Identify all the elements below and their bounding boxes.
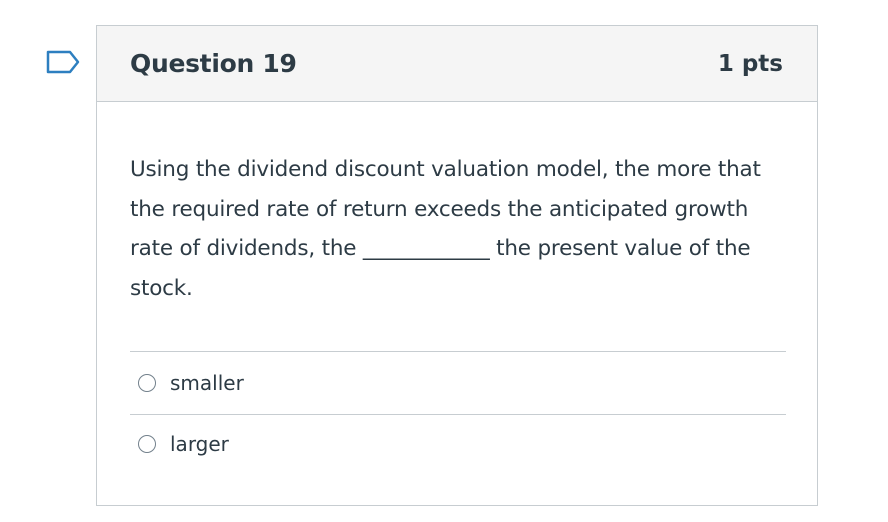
question-text: Using the dividend discount valuation mo… — [130, 157, 761, 301]
answer-label: larger — [170, 432, 229, 456]
question-title: Question 19 — [130, 49, 297, 78]
answer-list: smaller larger — [130, 351, 786, 473]
question-points: 1 pts — [717, 50, 783, 77]
answer-label: smaller — [170, 371, 244, 395]
radio-button-icon[interactable] — [138, 374, 156, 392]
flag-question-icon[interactable] — [46, 50, 80, 74]
radio-button-icon[interactable] — [138, 435, 156, 453]
question-body: Using the dividend discount valuation mo… — [97, 102, 817, 473]
answer-option-smaller[interactable]: smaller — [130, 351, 786, 414]
question-header: Question 19 1 pts — [97, 26, 817, 102]
question-card: Question 19 1 pts Using the dividend dis… — [96, 25, 818, 506]
answer-option-larger[interactable]: larger — [130, 414, 786, 473]
